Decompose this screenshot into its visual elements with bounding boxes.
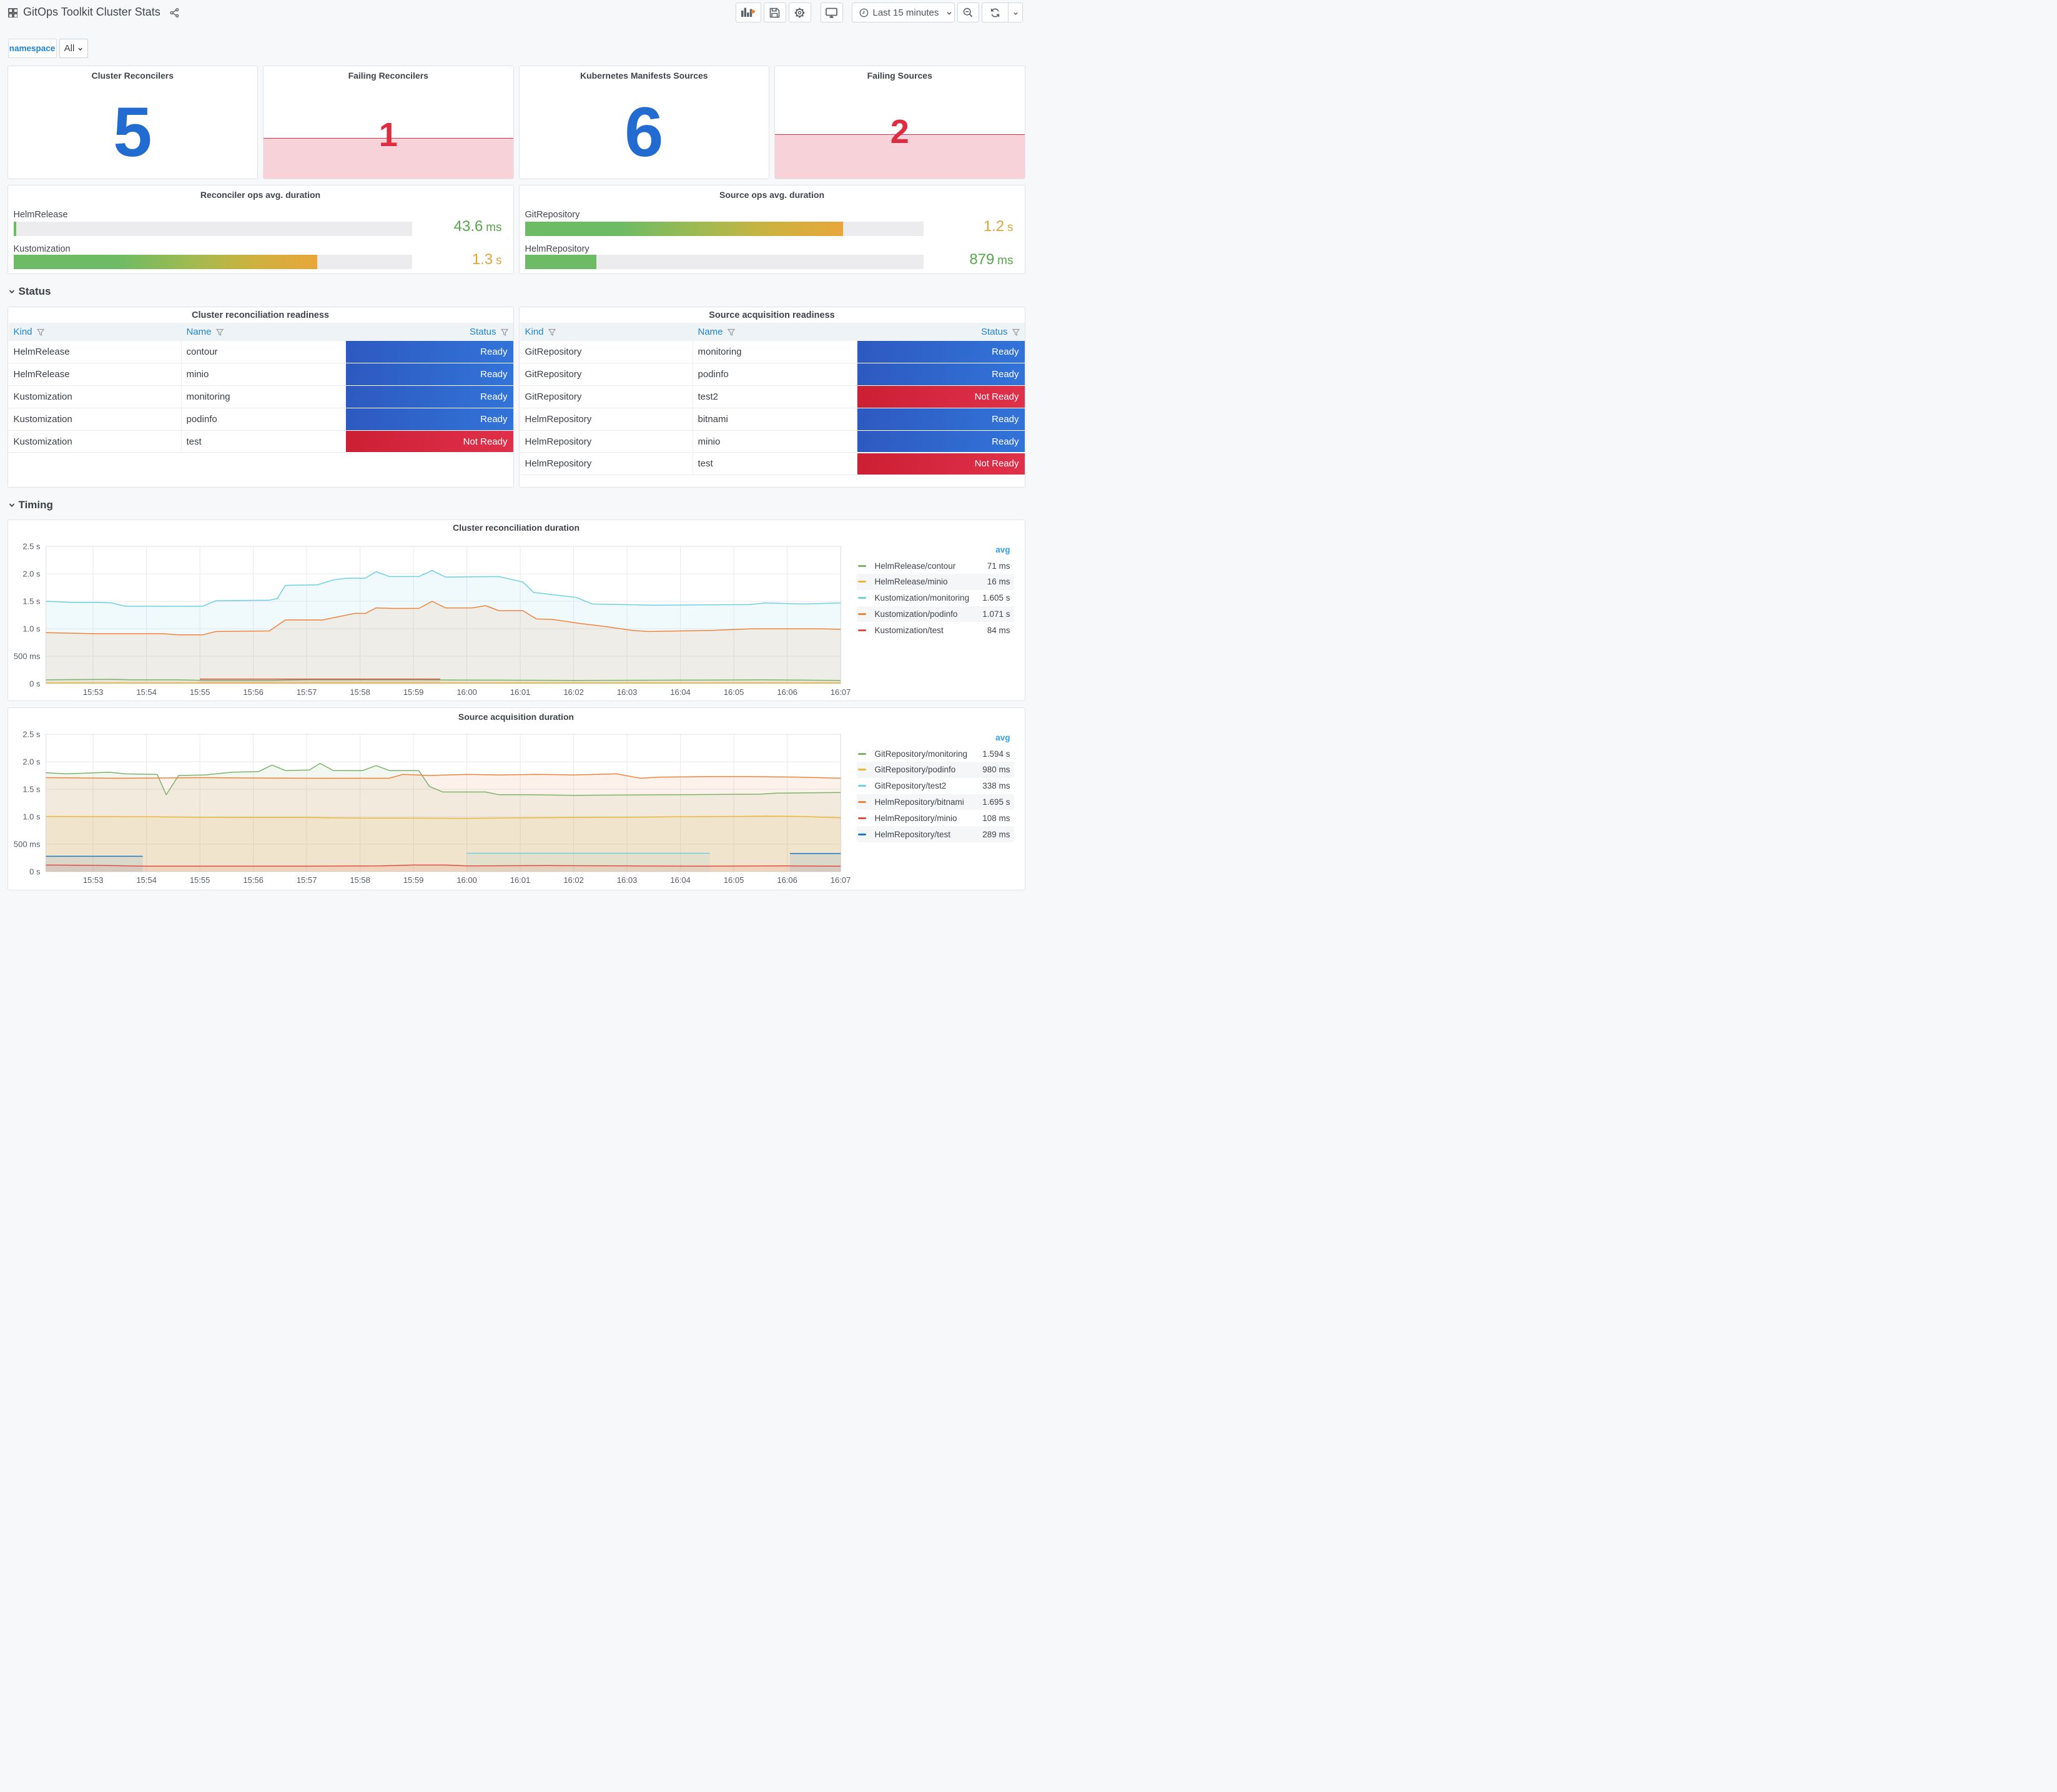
svg-text:16:00: 16:00 <box>456 687 477 697</box>
svg-text:15:58: 15:58 <box>350 875 370 885</box>
svg-text:16:04: 16:04 <box>670 687 691 697</box>
svg-text:16:02: 16:02 <box>563 687 584 697</box>
svg-text:16:03: 16:03 <box>616 875 637 885</box>
svg-text:0 s: 0 s <box>29 679 41 689</box>
svg-text:2.5 s: 2.5 s <box>22 542 41 551</box>
svg-text:2.0 s: 2.0 s <box>22 569 41 579</box>
svg-text:2.5 s: 2.5 s <box>22 730 41 739</box>
svg-text:16:06: 16:06 <box>777 687 797 697</box>
svg-text:15:54: 15:54 <box>136 687 157 697</box>
svg-text:500 ms: 500 ms <box>13 840 40 849</box>
svg-text:15:54: 15:54 <box>136 875 157 885</box>
svg-text:500 ms: 500 ms <box>13 652 40 661</box>
svg-text:16:01: 16:01 <box>510 875 530 885</box>
svg-text:1.5 s: 1.5 s <box>22 785 41 794</box>
svg-text:16:04: 16:04 <box>670 875 691 885</box>
svg-text:15:55: 15:55 <box>189 875 210 885</box>
svg-text:16:07: 16:07 <box>830 875 851 885</box>
svg-text:15:56: 15:56 <box>243 875 264 885</box>
svg-text:1.0 s: 1.0 s <box>22 624 41 634</box>
svg-text:1.5 s: 1.5 s <box>22 597 41 606</box>
svg-text:15:59: 15:59 <box>403 687 423 697</box>
svg-text:2.0 s: 2.0 s <box>22 757 41 767</box>
svg-text:16:02: 16:02 <box>563 875 584 885</box>
svg-text:15:57: 15:57 <box>296 875 317 885</box>
svg-text:15:59: 15:59 <box>403 875 423 885</box>
svg-text:16:06: 16:06 <box>777 875 797 885</box>
svg-text:15:57: 15:57 <box>296 687 317 697</box>
svg-text:15:53: 15:53 <box>82 875 103 885</box>
svg-text:15:56: 15:56 <box>243 687 264 697</box>
svg-text:1.0 s: 1.0 s <box>22 812 41 822</box>
svg-text:16:05: 16:05 <box>723 875 744 885</box>
svg-text:0 s: 0 s <box>29 867 41 877</box>
svg-text:16:03: 16:03 <box>616 687 637 697</box>
svg-text:15:53: 15:53 <box>82 687 103 697</box>
svg-text:16:07: 16:07 <box>830 687 851 697</box>
svg-text:16:00: 16:00 <box>456 875 477 885</box>
svg-text:15:58: 15:58 <box>350 687 370 697</box>
svg-text:16:01: 16:01 <box>510 687 530 697</box>
svg-text:15:55: 15:55 <box>189 687 210 697</box>
svg-text:16:05: 16:05 <box>723 687 744 697</box>
